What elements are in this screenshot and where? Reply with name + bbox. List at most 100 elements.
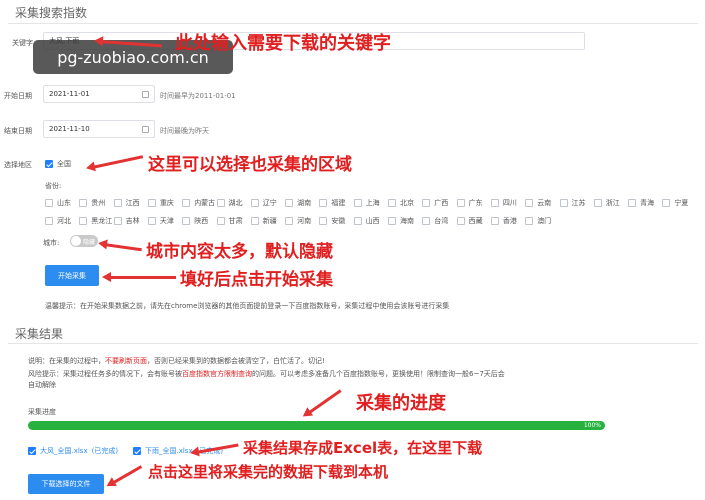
province-checkbox[interactable]: 宁夏 <box>662 198 688 208</box>
province-checkbox[interactable]: 陕西 <box>182 216 208 226</box>
province-name: 浙江 <box>605 199 620 207</box>
checkbox-icon[interactable] <box>250 199 259 207</box>
province-checkbox[interactable]: 河北 <box>45 216 71 226</box>
checkbox-icon[interactable] <box>628 199 637 207</box>
checkbox-icon[interactable] <box>353 217 362 225</box>
province-checkbox[interactable]: 云南 <box>525 198 551 208</box>
end-date-input[interactable]: 2021-11-10 <box>43 120 155 138</box>
province-checkbox[interactable]: 北京 <box>388 198 414 208</box>
checkbox-icon[interactable] <box>319 217 328 225</box>
checkbox-icon[interactable] <box>79 199 88 207</box>
checkbox-icon[interactable] <box>79 217 88 225</box>
province-name: 辽宁 <box>262 199 277 207</box>
checkbox-checked-icon[interactable] <box>133 447 141 455</box>
start-date-input[interactable]: 2021-11-01 <box>43 85 155 103</box>
national-label: 全国 <box>57 160 71 168</box>
city-label: 城市: <box>43 239 60 247</box>
province-checkbox[interactable]: 重庆 <box>147 198 174 208</box>
checkbox-icon[interactable] <box>216 217 225 225</box>
checkbox-icon[interactable] <box>490 199 499 207</box>
province-label: 省份: <box>45 182 62 190</box>
checkbox-icon[interactable] <box>456 199 465 207</box>
checkbox-icon[interactable] <box>422 199 431 207</box>
calendar-icon[interactable] <box>142 125 149 133</box>
national-checkbox[interactable]: 全国 <box>45 159 71 169</box>
start-date-label: 开始日期 <box>4 92 32 100</box>
checkbox-icon[interactable] <box>182 199 191 207</box>
checkbox-icon[interactable] <box>490 217 499 225</box>
province-checkbox[interactable]: 黑龙江 <box>79 216 112 226</box>
province-checkbox[interactable]: 上海 <box>353 198 380 208</box>
province-checkbox[interactable]: 青海 <box>628 198 654 208</box>
province-checkbox[interactable]: 四川 <box>490 198 517 208</box>
checkbox-icon[interactable] <box>422 217 431 225</box>
province-checkbox[interactable]: 河南 <box>285 216 311 226</box>
checkbox-icon[interactable] <box>319 199 328 207</box>
checkbox-icon[interactable] <box>662 199 671 207</box>
province-checkbox[interactable]: 山西 <box>353 216 380 226</box>
province-name: 重庆 <box>159 199 174 207</box>
checkbox-checked-icon[interactable] <box>28 447 36 455</box>
province-checkbox[interactable]: 江苏 <box>559 198 586 208</box>
province-name: 上海 <box>365 199 380 207</box>
province-checkbox[interactable]: 山东 <box>45 198 71 208</box>
checkbox-icon[interactable] <box>525 199 534 207</box>
note-refresh-suffix: ，否则已经采集到的数据都会被清空了，白忙活了。切记! <box>147 357 325 365</box>
province-name: 广西 <box>434 199 449 207</box>
checkbox-icon[interactable] <box>45 199 53 207</box>
start-collect-button[interactable]: 开始采集 <box>45 265 99 286</box>
file-name[interactable]: 下雨_全国.xlsx <box>145 446 193 456</box>
province-checkbox[interactable]: 台湾 <box>422 216 448 226</box>
province-checkbox[interactable]: 福建 <box>319 198 345 208</box>
checkbox-icon[interactable] <box>147 217 156 225</box>
checkbox-icon[interactable] <box>147 199 156 207</box>
checkbox-icon[interactable] <box>45 217 53 225</box>
file-item[interactable]: 大风_全国.xlsx (已完成) <box>28 446 118 456</box>
checkbox-checked-icon[interactable] <box>45 160 53 168</box>
province-checkbox[interactable]: 湖南 <box>285 198 311 208</box>
checkbox-icon[interactable] <box>113 199 122 207</box>
note-refresh-warning: 不要刷新页面 <box>105 357 147 365</box>
province-checkbox[interactable]: 香港 <box>490 216 517 226</box>
checkbox-icon[interactable] <box>182 217 191 225</box>
checkbox-icon[interactable] <box>285 199 294 207</box>
province-checkbox[interactable]: 天津 <box>147 216 174 226</box>
end-date-hint: 时间最晚为昨天 <box>160 127 209 135</box>
note-refresh-prefix: 说明：在采集的过程中， <box>28 357 105 365</box>
province-checkbox[interactable]: 江西 <box>113 198 140 208</box>
checkbox-icon[interactable] <box>525 217 534 225</box>
checkbox-icon[interactable] <box>113 217 122 225</box>
note-risk-prefix: 风险提示：采集过程任务多的情况下，会有账号被 <box>28 370 182 378</box>
end-date-label: 结束日期 <box>4 127 32 135</box>
province-checkbox[interactable]: 澳门 <box>525 216 551 226</box>
checkbox-icon[interactable] <box>250 217 259 225</box>
city-toggle[interactable]: 隐藏 <box>70 235 98 247</box>
province-checkbox[interactable]: 湖北 <box>216 198 243 208</box>
keyword-label: 关键字 <box>12 39 33 47</box>
checkbox-icon[interactable] <box>388 199 396 207</box>
province-checkbox[interactable]: 广西 <box>422 198 448 208</box>
checkbox-icon[interactable] <box>593 199 602 207</box>
file-name[interactable]: 大风_全国.xlsx <box>40 446 88 456</box>
checkbox-icon[interactable] <box>353 199 362 207</box>
province-checkbox[interactable]: 吉林 <box>113 216 140 226</box>
checkbox-icon[interactable] <box>285 217 294 225</box>
province-checkbox[interactable]: 辽宁 <box>250 198 277 208</box>
province-checkbox[interactable]: 甘肃 <box>216 216 243 226</box>
province-checkbox[interactable]: 新疆 <box>250 216 277 226</box>
checkbox-icon[interactable] <box>559 199 568 207</box>
province-checkbox[interactable]: 海南 <box>388 216 414 226</box>
province-checkbox[interactable]: 浙江 <box>593 198 620 208</box>
province-checkbox[interactable]: 贵州 <box>79 198 105 208</box>
province-checkbox[interactable]: 内蒙古 <box>182 198 215 208</box>
province-checkbox[interactable]: 安徽 <box>319 216 345 226</box>
end-date-value: 2021-11-10 <box>49 125 90 133</box>
checkbox-icon[interactable] <box>456 217 465 225</box>
download-selected-button[interactable]: 下载选择的文件 <box>28 474 104 494</box>
province-checkbox[interactable]: 广东 <box>456 198 483 208</box>
checkbox-icon[interactable] <box>388 217 396 225</box>
calendar-icon[interactable] <box>142 90 149 98</box>
province-checkbox[interactable]: 西藏 <box>456 216 483 226</box>
checkbox-icon[interactable] <box>216 199 225 207</box>
note-risk-warning: 百度指数官方限制查询 <box>182 370 252 378</box>
